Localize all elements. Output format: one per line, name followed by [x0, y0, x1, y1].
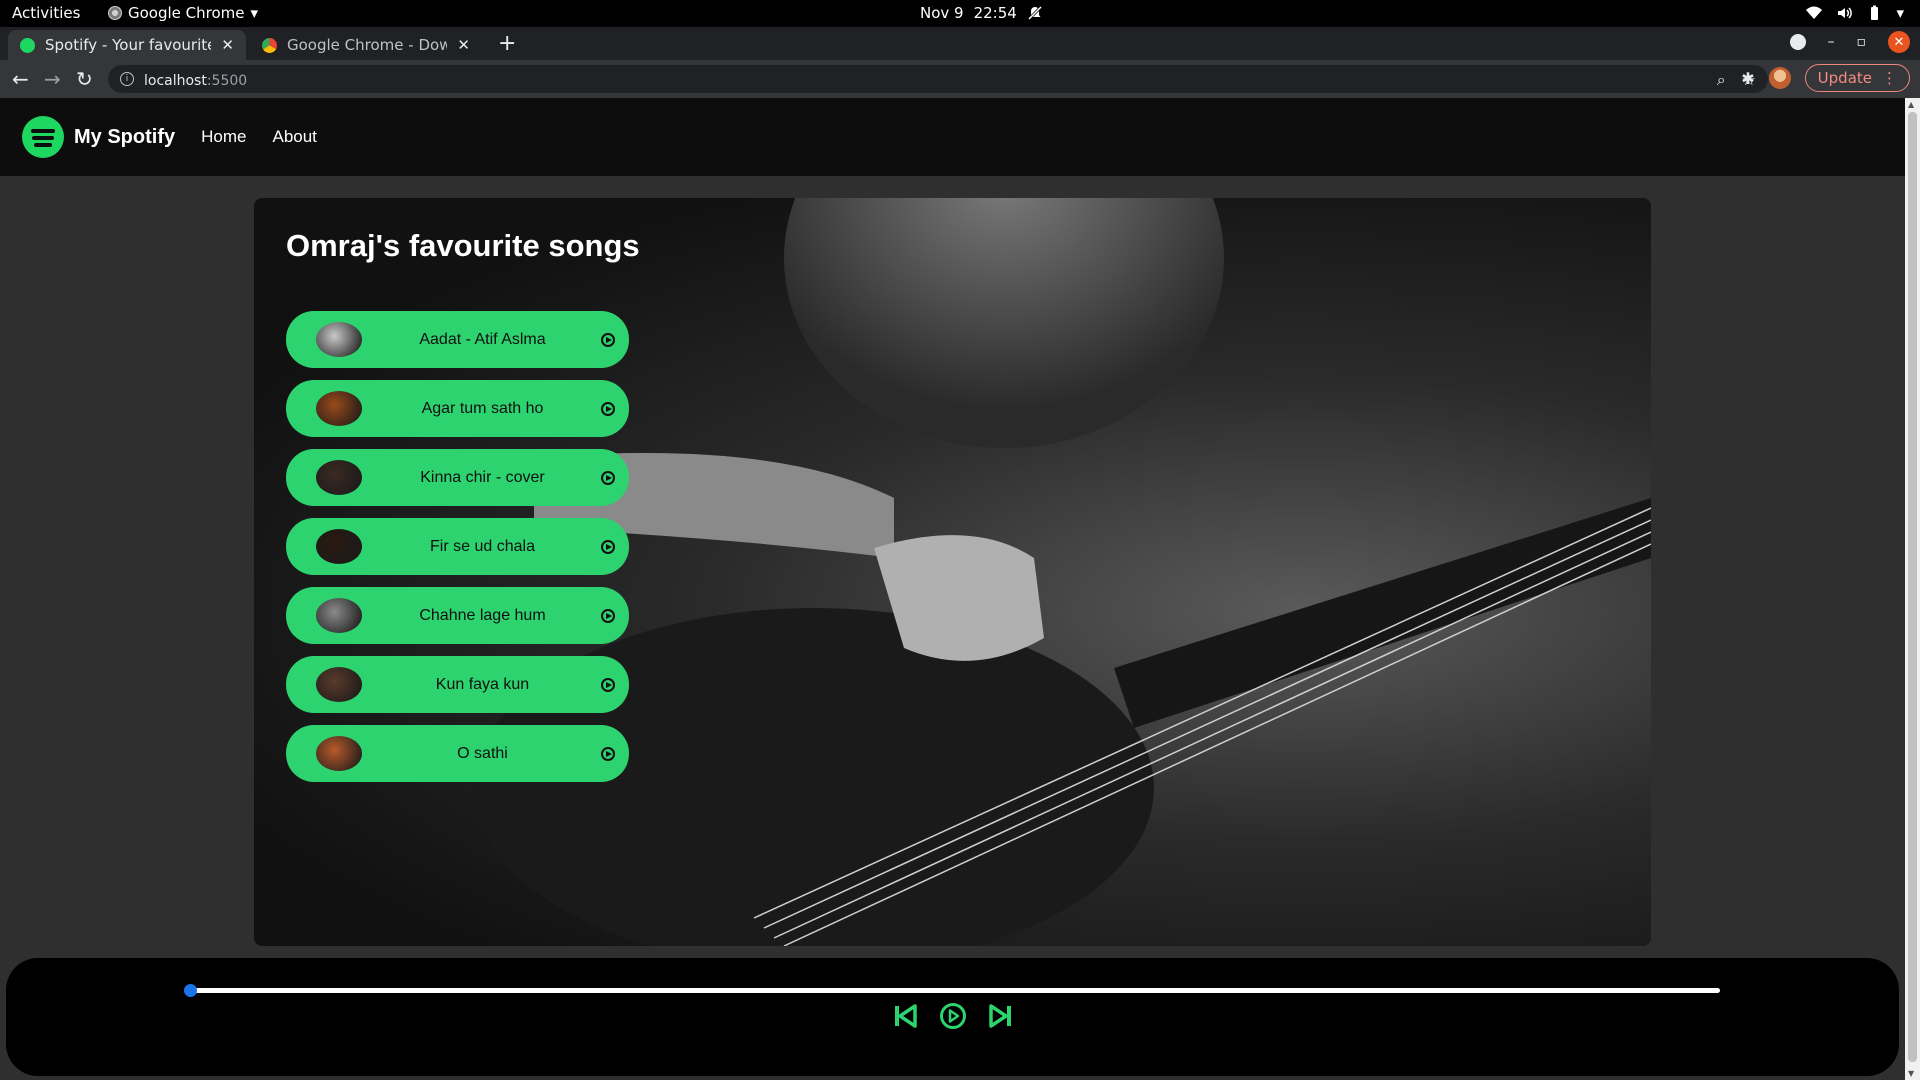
brand-name[interactable]: My Spotify: [74, 126, 175, 149]
song-thumbnail: [316, 529, 362, 564]
tab-search-icon[interactable]: [1789, 34, 1806, 50]
clock-time: 22:54: [973, 4, 1017, 22]
song-thumbnail: [316, 391, 362, 426]
close-tab-icon[interactable]: ✕: [221, 36, 234, 54]
close-tab-icon[interactable]: ✕: [457, 36, 470, 54]
minimize-icon[interactable]: –: [1828, 34, 1835, 50]
chrome-favicon: [262, 37, 277, 53]
skip-previous-icon[interactable]: [891, 1002, 919, 1030]
play-circle-icon[interactable]: [601, 540, 615, 554]
app-name: Google Chrome: [128, 4, 245, 22]
back-arrow-icon[interactable]: ←: [12, 67, 29, 91]
window-controls: – ▫ ✕: [1789, 31, 1910, 53]
chevron-down-icon: ▾: [1896, 4, 1904, 22]
wifi-icon: [1806, 6, 1823, 19]
nav-link-home[interactable]: Home: [201, 127, 246, 147]
music-player-bar: [6, 958, 1899, 1076]
guitar-neck-shape: [1114, 498, 1651, 728]
spotify-favicon: [20, 37, 35, 53]
web-page: My Spotify Home About Omraj's favourite …: [0, 98, 1905, 1080]
update-label: Update: [1817, 69, 1872, 87]
play-icon[interactable]: [939, 1002, 967, 1030]
volume-icon: [1838, 7, 1853, 19]
progress-slider[interactable]: [184, 984, 1720, 997]
forward-arrow-icon[interactable]: →: [44, 67, 61, 91]
shirt-shape: [784, 198, 1224, 448]
close-window-icon[interactable]: ✕: [1888, 31, 1910, 53]
chevron-down-icon: ▾: [250, 4, 259, 22]
play-circle-icon[interactable]: [601, 609, 615, 623]
activities-button[interactable]: Activities: [12, 4, 80, 22]
maximize-icon[interactable]: ▫: [1857, 34, 1867, 50]
extensions-puzzle-icon[interactable]: ✱: [1741, 69, 1754, 88]
player-controls: [6, 1002, 1899, 1030]
profile-avatar[interactable]: [1768, 67, 1791, 89]
song-name: Fir se ud chala: [430, 537, 535, 555]
scroll-up-icon[interactable]: ▲: [1908, 100, 1914, 109]
update-button[interactable]: Update ⋮: [1804, 64, 1910, 92]
song-item[interactable]: Kinna chir - cover: [286, 449, 629, 506]
song-list: Aadat - Atif Aslma Agar tum sath ho Kinn…: [286, 311, 629, 794]
tab-spotify[interactable]: Spotify - Your favourite m ✕: [8, 30, 246, 60]
song-item[interactable]: Chahne lage hum: [286, 587, 629, 644]
tab-title: Spotify - Your favourite m: [45, 36, 212, 54]
browser-toolbar: ← → ↻ i localhost:5500 ⌕ ☆ ✱ Update ⋮: [0, 60, 1920, 98]
scrollbar-thumb[interactable]: [1908, 112, 1917, 1062]
system-tray[interactable]: ▾: [1806, 4, 1904, 22]
play-circle-icon[interactable]: [601, 678, 615, 692]
song-thumbnail: [316, 736, 362, 771]
play-circle-icon[interactable]: [601, 471, 615, 485]
app-menu[interactable]: Google Chrome ▾: [108, 4, 258, 22]
song-item[interactable]: Aadat - Atif Aslma: [286, 311, 629, 368]
play-circle-icon[interactable]: [601, 402, 615, 416]
tab-title: Google Chrome - Downlo: [287, 36, 448, 54]
zoom-icon[interactable]: ⌕: [1717, 70, 1726, 90]
song-name: O sathi: [457, 744, 508, 762]
scroll-down-icon[interactable]: ▼: [1908, 1069, 1914, 1078]
site-info-icon[interactable]: i: [120, 72, 134, 86]
page-scrollbar[interactable]: ▲ ▼: [1905, 98, 1920, 1080]
page-title: Omraj's favourite songs: [286, 228, 640, 263]
play-circle-icon[interactable]: [601, 333, 615, 347]
skip-next-icon[interactable]: [987, 1002, 1015, 1030]
notifications-off-icon: [1027, 5, 1042, 21]
new-tab-icon[interactable]: +: [498, 31, 516, 56]
clock[interactable]: Nov 9 22:54: [920, 4, 1043, 22]
song-thumbnail: [316, 598, 362, 633]
spotify-logo-icon[interactable]: [22, 116, 64, 158]
tab-chrome-download[interactable]: Google Chrome - Downlo ✕: [250, 30, 482, 60]
song-item[interactable]: O sathi: [286, 725, 629, 782]
nav-link-about[interactable]: About: [272, 127, 316, 147]
song-name: Kun faya kun: [435, 675, 530, 693]
progress-knob[interactable]: [184, 984, 197, 997]
kebab-menu-icon[interactable]: ⋮: [1882, 69, 1897, 87]
song-item[interactable]: Agar tum sath ho: [286, 380, 629, 437]
song-name: Agar tum sath ho: [421, 399, 544, 417]
clock-date: Nov 9: [920, 4, 964, 22]
song-item[interactable]: Fir se ud chala: [286, 518, 629, 575]
battery-icon: [1871, 5, 1879, 20]
song-name: Kinna chir - cover: [420, 468, 545, 486]
song-name: Aadat - Atif Aslma: [419, 330, 546, 348]
tab-strip: Spotify - Your favourite m ✕ Google Chro…: [0, 27, 1920, 60]
system-top-bar: Activities Google Chrome ▾ Nov 9 22:54 ▾: [0, 0, 1920, 27]
song-thumbnail: [316, 460, 362, 495]
url-port: :5500: [206, 72, 248, 89]
song-list-container: Omraj's favourite songs Aadat - Atif Asl…: [254, 198, 1651, 946]
song-item[interactable]: Kun faya kun: [286, 656, 629, 713]
song-name: Chahne lage hum: [419, 606, 546, 624]
song-thumbnail: [316, 322, 362, 357]
play-circle-icon[interactable]: [601, 747, 615, 761]
url-host: localhost: [144, 72, 207, 89]
address-bar[interactable]: i localhost:5500 ⌕ ☆: [108, 65, 1768, 93]
site-navbar: My Spotify Home About: [0, 98, 1905, 176]
song-thumbnail: [316, 667, 362, 702]
reload-icon[interactable]: ↻: [76, 67, 93, 91]
chrome-icon: [108, 6, 122, 20]
